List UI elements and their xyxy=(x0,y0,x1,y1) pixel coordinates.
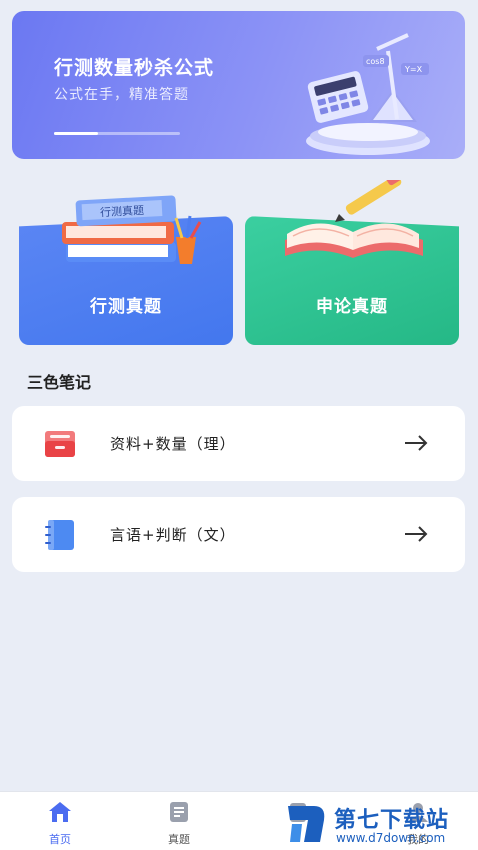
book-cover-text: 行测真题 xyxy=(100,203,145,219)
banner-art-label: cos8 xyxy=(366,57,385,66)
note-item-data-quantity[interactable]: 资料+数量（理） xyxy=(12,406,465,481)
arrow-right-icon xyxy=(405,526,428,542)
arrow-right-icon xyxy=(405,435,428,451)
home-icon xyxy=(49,802,71,822)
banner-art-label: Y=X xyxy=(404,65,423,74)
category-card-label: 申论真题 xyxy=(316,297,388,317)
category-card-xingce[interactable]: 行测真题 行测真题 xyxy=(19,195,233,345)
site-watermark: 第七下载站 www.d7down.com xyxy=(282,800,472,848)
note-item-label: 言语+判断（文） xyxy=(110,526,236,544)
banner-title: 行测数量秒杀公式 xyxy=(54,57,215,79)
tab-label: 首页 xyxy=(49,833,71,846)
watermark-url: www.d7down.com xyxy=(336,831,446,845)
open-book-icon xyxy=(285,180,423,258)
d7-logo-icon xyxy=(288,806,325,842)
category-card-shenlun[interactable]: 申论真题 xyxy=(245,180,459,345)
red-folder-icon xyxy=(45,431,75,457)
calculator-illustration-icon: cos8 Y=X xyxy=(306,33,430,155)
tab-label: 真题 xyxy=(168,833,190,846)
note-item-label: 资料+数量（理） xyxy=(110,435,236,453)
blue-notebook-icon xyxy=(45,520,74,550)
section-title: 三色笔记 xyxy=(27,373,92,392)
tab-exams[interactable]: 真题 xyxy=(149,800,209,847)
tab-home[interactable]: 首页 xyxy=(30,800,90,847)
watermark-title: 第七下载站 xyxy=(334,808,450,833)
category-card-label: 行测真题 xyxy=(90,297,162,317)
app-screen: 行测数量秒杀公式 公式在手，精准答题 cos8 Y=X 行测真题 行测真题 申论… xyxy=(0,0,478,850)
document-icon xyxy=(170,802,188,822)
books-stack-icon: 行测真题 xyxy=(62,195,202,264)
banner-pagination xyxy=(54,132,180,135)
banner-pagination-active xyxy=(54,132,98,135)
promo-banner[interactable]: 行测数量秒杀公式 公式在手，精准答题 cos8 Y=X xyxy=(12,11,465,159)
note-item-verbal-judgment[interactable]: 言语+判断（文） xyxy=(12,497,465,572)
banner-subtitle: 公式在手，精准答题 xyxy=(54,87,189,103)
